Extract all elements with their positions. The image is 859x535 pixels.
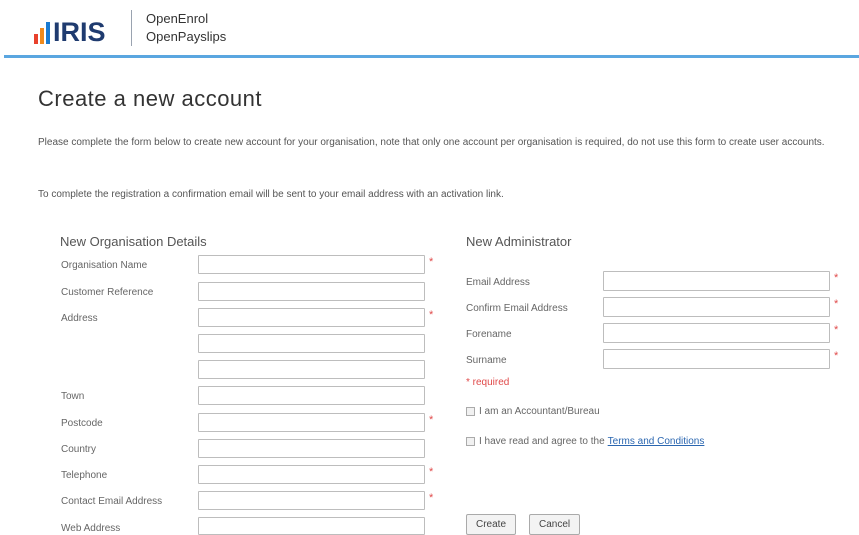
- product-name-openenrol: OpenEnrol: [146, 11, 209, 26]
- required-marker: *: [429, 256, 434, 268]
- forename-input[interactable]: [603, 323, 830, 343]
- accountant-checkbox-row[interactable]: I am an Accountant/Bureau: [466, 406, 600, 417]
- required-marker: *: [429, 309, 434, 321]
- app-header: IRIS OpenEnrol OpenPayslips: [0, 0, 859, 58]
- org-section-title: New Organisation Details: [60, 234, 207, 249]
- web-address-label: Web Address: [61, 523, 121, 534]
- admin-section-title: New Administrator: [466, 234, 572, 249]
- required-marker: *: [834, 350, 839, 362]
- logo-bars-icon: [34, 20, 50, 44]
- terms-checkbox[interactable]: [466, 437, 475, 446]
- accountant-checkbox[interactable]: [466, 407, 475, 416]
- email-address-label: Email Address: [466, 277, 530, 288]
- terms-checkbox-row[interactable]: I have read and agree to the Terms and C…: [466, 436, 704, 447]
- required-note: * required: [466, 377, 510, 388]
- address-line-3-input[interactable]: [198, 360, 425, 379]
- cancel-button[interactable]: Cancel: [529, 514, 581, 535]
- customer-reference-input[interactable]: [198, 282, 425, 301]
- terms-and-conditions-link[interactable]: Terms and Conditions: [608, 436, 705, 447]
- forename-label: Forename: [466, 329, 512, 340]
- create-button[interactable]: Create: [466, 514, 517, 535]
- contact-email-label: Contact Email Address: [61, 496, 163, 507]
- intro-text: Please complete the form below to create…: [38, 137, 825, 148]
- email-address-input[interactable]: [603, 271, 830, 291]
- town-label: Town: [61, 391, 85, 402]
- confirm-email-label: Confirm Email Address: [466, 303, 568, 314]
- product-name-openpayslips: OpenPayslips: [146, 29, 227, 44]
- header-accent-line: [4, 55, 859, 58]
- postcode-label: Postcode: [61, 418, 103, 429]
- iris-logo[interactable]: IRIS: [34, 14, 106, 47]
- product-names: OpenEnrol OpenPayslips: [146, 10, 226, 46]
- required-marker: *: [834, 298, 839, 310]
- telephone-label: Telephone: [61, 470, 108, 481]
- logo-text: IRIS: [53, 17, 106, 47]
- required-marker: *: [429, 466, 434, 478]
- confirm-email-input[interactable]: [603, 297, 830, 317]
- web-address-input[interactable]: [198, 517, 425, 535]
- confirmation-info-text: To complete the registration a confirmat…: [38, 189, 504, 200]
- accountant-checkbox-label: I am an Accountant/Bureau: [479, 406, 600, 417]
- logo-divider: [131, 10, 132, 46]
- town-input[interactable]: [198, 386, 425, 405]
- surname-label: Surname: [466, 355, 507, 366]
- telephone-input[interactable]: [198, 465, 425, 484]
- customer-reference-label: Customer Reference: [61, 287, 154, 298]
- organisation-name-input[interactable]: [198, 255, 425, 274]
- country-label: Country: [61, 444, 97, 455]
- contact-email-input[interactable]: [198, 491, 425, 510]
- required-marker: *: [834, 324, 839, 336]
- address-label: Address: [61, 313, 98, 324]
- address-line-2-input[interactable]: [198, 334, 425, 353]
- postcode-input[interactable]: [198, 413, 425, 432]
- page-title: Create a new account: [38, 86, 263, 111]
- organisation-name-label: Organisation Name: [61, 260, 148, 271]
- required-marker: *: [429, 414, 434, 426]
- required-marker: *: [429, 492, 434, 504]
- required-marker: *: [834, 272, 839, 284]
- surname-input[interactable]: [603, 349, 830, 369]
- address-line-1-input[interactable]: [198, 308, 425, 327]
- terms-checkbox-label: I have read and agree to the: [479, 436, 605, 447]
- country-input[interactable]: [198, 439, 425, 458]
